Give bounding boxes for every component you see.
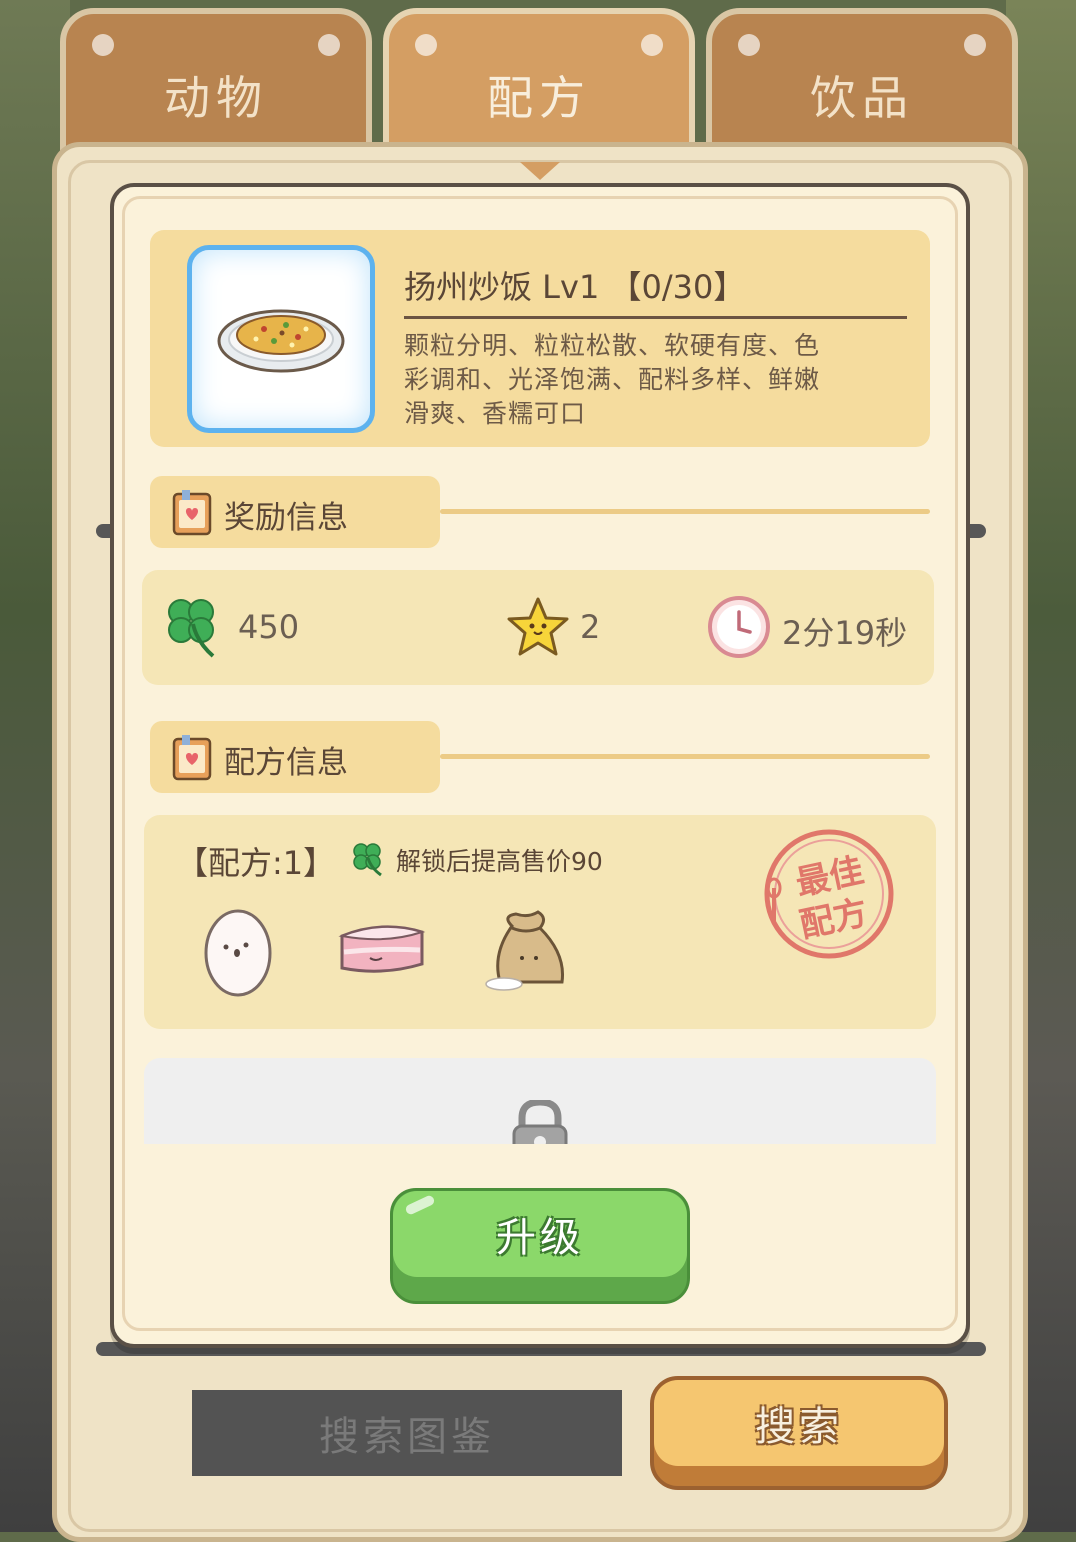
tab-animals[interactable]: 动物 xyxy=(60,8,372,158)
search-button[interactable]: 搜索 xyxy=(654,1380,944,1466)
recipe-section-title: 配方信息 xyxy=(224,745,348,781)
tab-drinks[interactable]: 饮品 xyxy=(706,8,1018,158)
title-divider xyxy=(404,316,907,319)
active-tab-pointer xyxy=(520,162,560,180)
notebook-icon xyxy=(172,735,212,781)
flour-sack-icon xyxy=(485,910,565,991)
tab-shine xyxy=(738,34,760,56)
dish-description: 颗粒分明、粒粒松散、软硬有度、色 彩调和、光泽饱满、配料多样、鲜嫩 滑爽、香糯可… xyxy=(404,329,874,431)
dish-image-frame xyxy=(187,245,375,433)
clover-icon xyxy=(353,843,382,877)
recipe-unlock-hint: 解锁后提高售价90 xyxy=(396,847,603,876)
reward-star-value: 2 xyxy=(580,608,601,646)
tab-shine xyxy=(318,34,340,56)
notebook-icon xyxy=(172,490,212,536)
section-divider xyxy=(440,509,930,514)
section-divider xyxy=(440,754,930,759)
best-recipe-stamp: 最佳 配方 xyxy=(764,829,894,959)
tab-shine xyxy=(92,34,114,56)
egg-icon xyxy=(204,909,272,997)
star-icon xyxy=(507,597,569,656)
reward-time-value: 2分19秒 xyxy=(782,614,908,652)
clock-icon xyxy=(708,596,770,658)
upgrade-button[interactable]: 升级 xyxy=(393,1191,687,1277)
dish-description-line: 彩调和、光泽饱满、配料多样、鲜嫩 xyxy=(404,365,821,394)
recipe-label: 【配方:1】 xyxy=(176,844,336,882)
tab-shine xyxy=(641,34,663,56)
fried-rice-icon xyxy=(217,309,345,373)
tab-recipes-label: 配方 xyxy=(487,71,591,125)
reward-section-title: 奖励信息 xyxy=(224,500,348,536)
locked-recipe-slot[interactable] xyxy=(144,1058,936,1144)
search-atlas-button[interactable]: 搜索图鉴 xyxy=(192,1390,622,1476)
dish-title: 扬州炒饭 Lv1 【0/30】 xyxy=(404,268,746,306)
tab-shine xyxy=(415,34,437,56)
clover-icon xyxy=(168,599,215,658)
tab-drinks-label: 饮品 xyxy=(810,71,914,125)
reward-clover-value: 450 xyxy=(238,608,300,646)
lock-icon xyxy=(512,1100,568,1144)
reward-section-header: 奖励信息 xyxy=(150,476,440,548)
recipe-section-header: 配方信息 xyxy=(150,721,440,793)
dish-description-line: 滑爽、香糯可口 xyxy=(404,399,587,428)
tab-animals-label: 动物 xyxy=(164,71,268,125)
tab-shine xyxy=(964,34,986,56)
pork-belly-icon xyxy=(338,925,426,973)
dish-description-line: 颗粒分明、粒粒松散、软硬有度、色 xyxy=(404,331,821,360)
